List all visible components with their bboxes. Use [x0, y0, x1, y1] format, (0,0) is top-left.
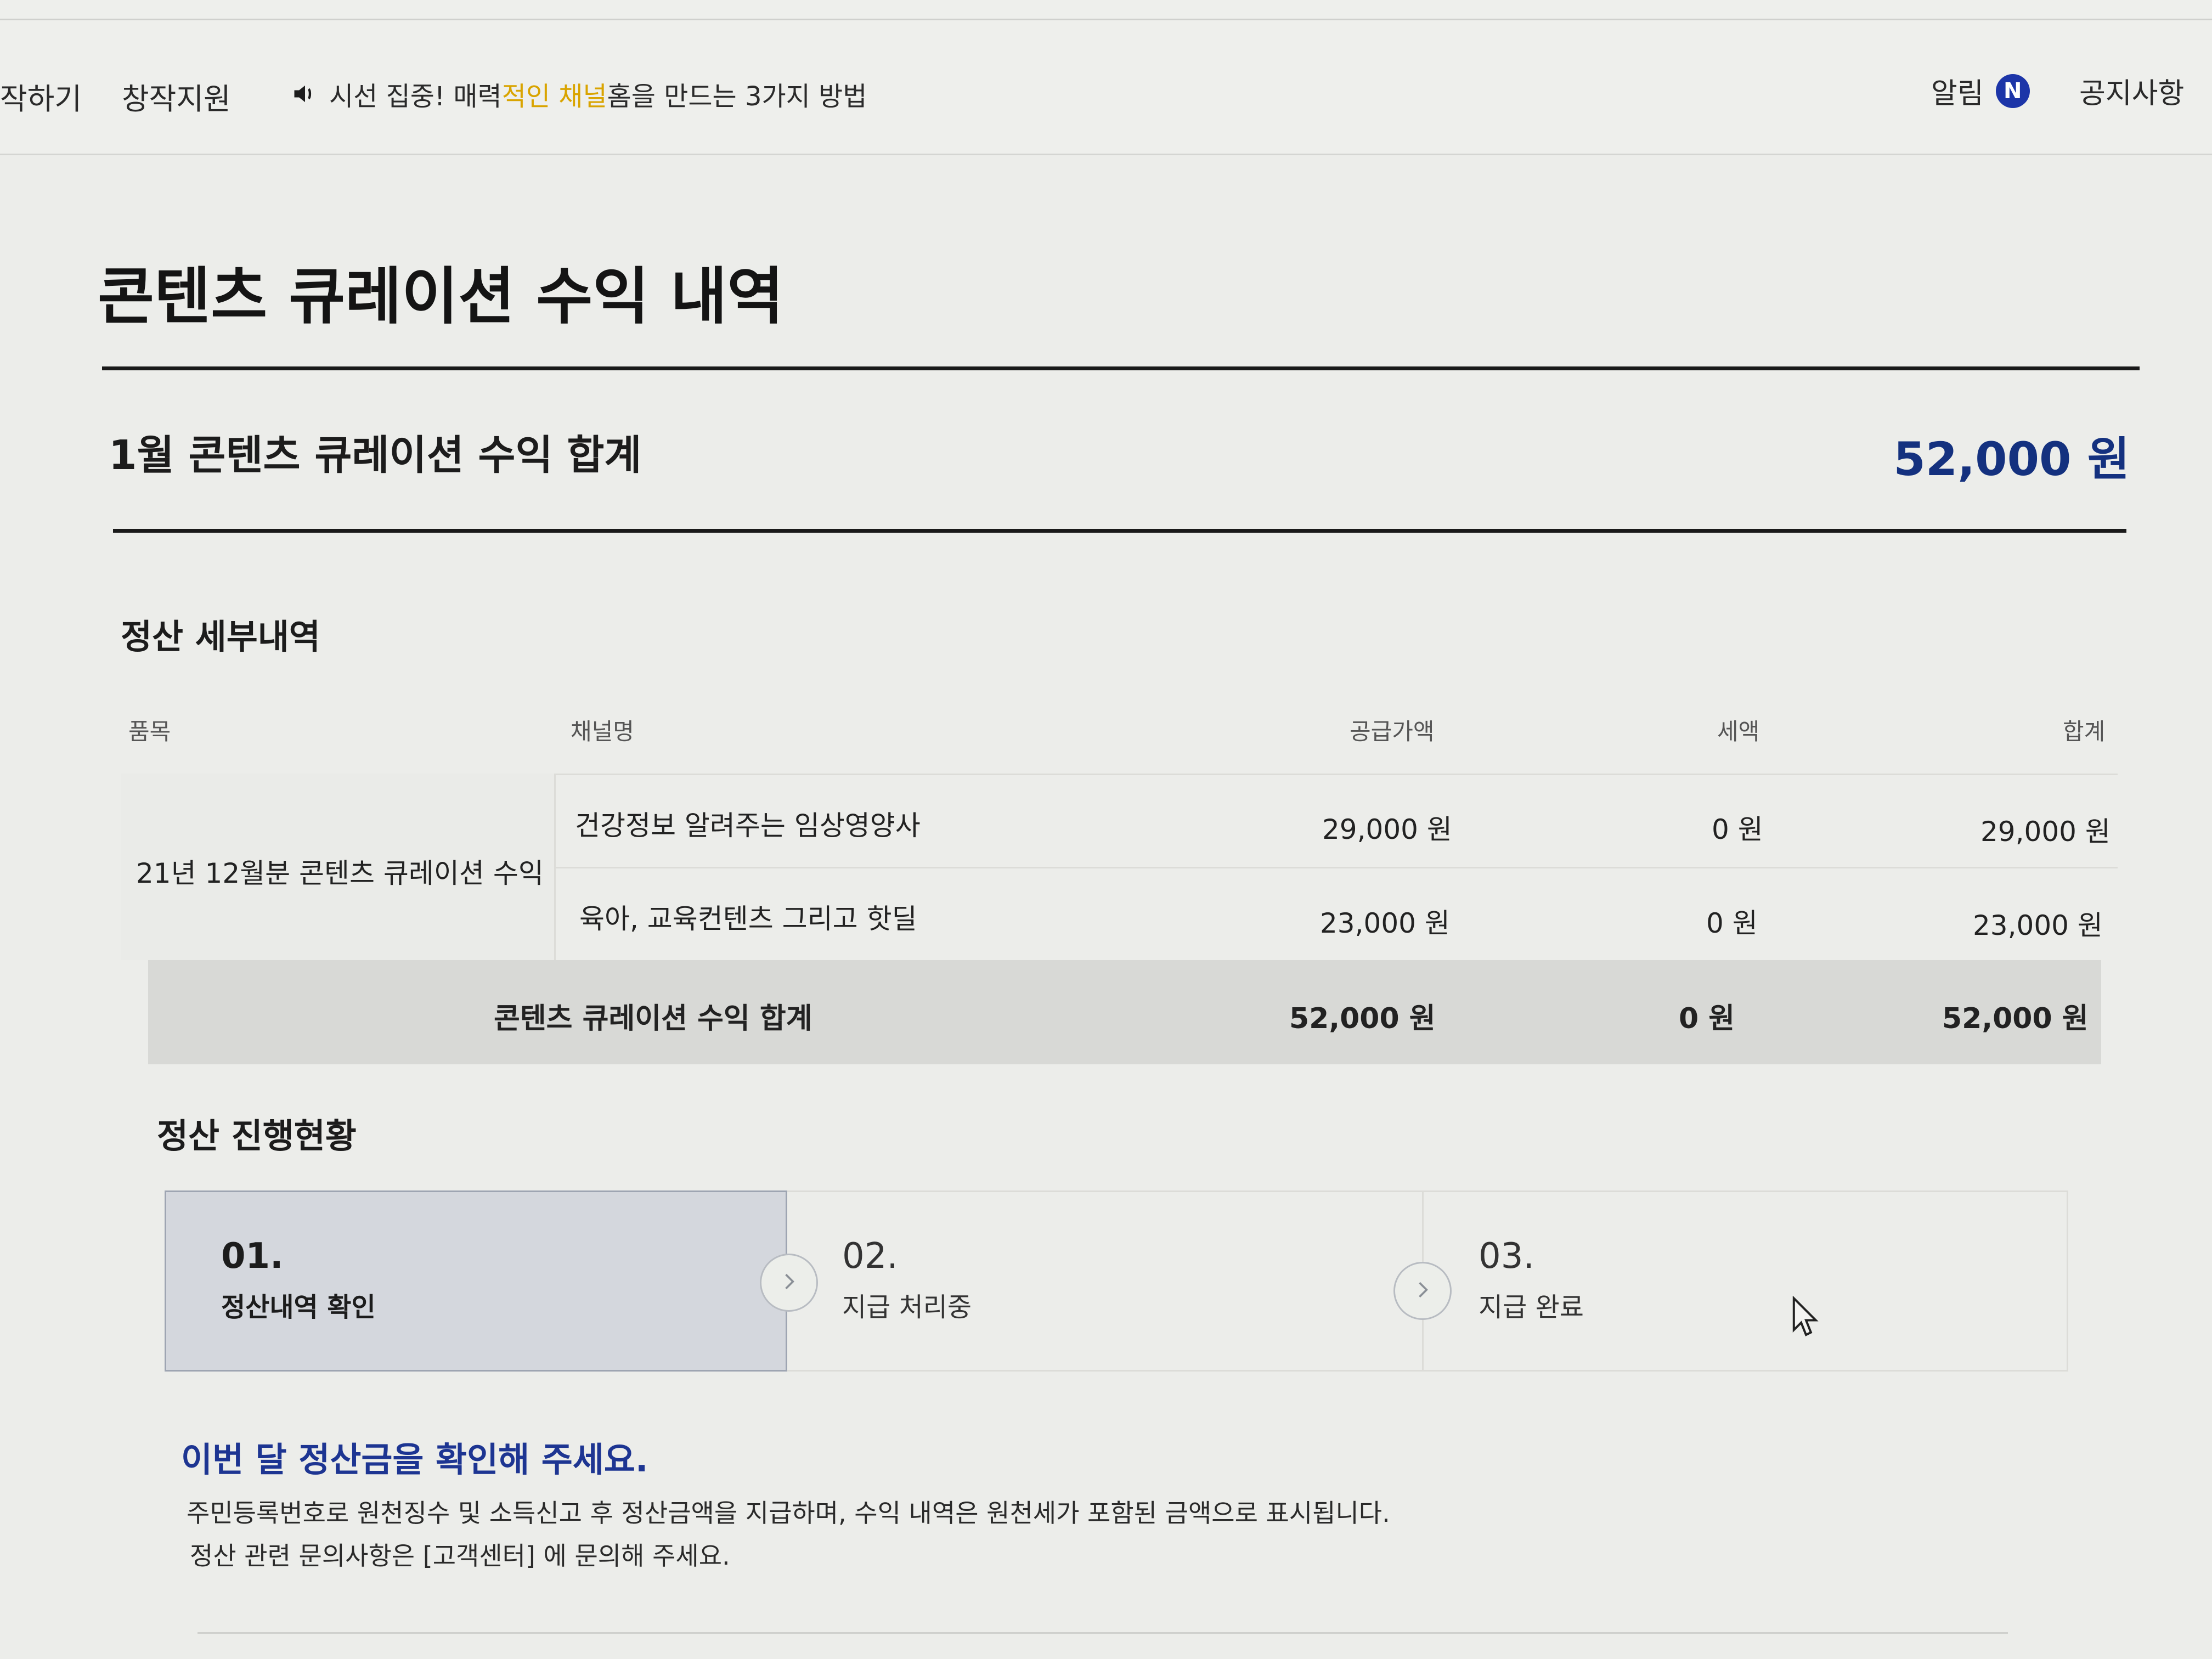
alarm-button[interactable]: 알림 N [1931, 70, 2030, 111]
header-supply: 공급가액 [1350, 718, 1435, 745]
step-number: 01. [221, 1236, 284, 1277]
step-number: 03. [1479, 1236, 1534, 1277]
info-line-2: 정산 관련 문의사항은 [고객센터] 에 문의해 주세요. [190, 1541, 730, 1571]
notice-text-highlight: 적인 채널 [501, 81, 607, 112]
table-row: 건강정보 알려주는 임상영양사 29,000 원 0 원 29,000 원 [121, 774, 2118, 867]
total-row-tax: 0 원 [1679, 1002, 1735, 1035]
chevron-right-icon [1393, 1262, 1452, 1320]
table-row: 육아, 교육컨텐츠 그리고 핫딜 23,000 원 0 원 23,000 원 [121, 868, 2118, 960]
confirm-title: 이번 달 정산금을 확인해 주세요. [181, 1440, 648, 1480]
mouse-cursor-icon [1792, 1296, 1819, 1336]
top-nav: 작하기 창작지원 시선 집중! 매력 적인 채널 홈을 만드는 3가지 방법 알림… [0, 0, 2212, 155]
header-tax: 세액 [1717, 718, 1760, 745]
row-channel: 건강정보 알려주는 임상영양사 [575, 810, 921, 842]
total-row-sum: 52,000 원 [1942, 1002, 2089, 1035]
row-sum: 29,000 원 [1980, 816, 2111, 848]
row-channel: 육아, 교육컨텐츠 그리고 핫딜 [579, 903, 917, 935]
total-row-label: 콘텐츠 큐레이션 수익 합계 [494, 1002, 812, 1035]
row-supply: 23,000 원 [1320, 907, 1450, 939]
notice-text-post: 홈을 만드는 3가지 방법 [607, 81, 867, 112]
window-edge [0, 0, 2212, 20]
table-header: 품목 채널명 공급가액 세액 합계 [121, 691, 2118, 775]
step-3: 03. 지급 완료 [1424, 1190, 2068, 1372]
header-item: 품목 [128, 718, 171, 745]
nav-item-start[interactable]: 작하기 [0, 75, 82, 118]
month-total-value: 52,000 원 [1893, 432, 2130, 486]
page-title: 콘텐츠 큐레이션 수익 내역 [98, 261, 784, 332]
details-title: 정산 세부내역 [121, 617, 320, 657]
table-total-row: 콘텐츠 큐레이션 수익 합계 52,000 원 0 원 52,000 원 [148, 960, 2101, 1064]
bottom-divider [198, 1632, 2008, 1634]
info-line-1: 주민등록번호로 원천징수 및 소득신고 후 정산금액을 지급하며, 수익 내역은… [187, 1498, 1390, 1528]
progress-title: 정산 진행현황 [157, 1116, 357, 1156]
total-divider [113, 529, 2126, 533]
notice-banner[interactable]: 시선 집중! 매력 적인 채널 홈을 만드는 3가지 방법 [291, 75, 867, 113]
total-row-supply: 52,000 원 [1289, 1002, 1436, 1035]
alarm-label: 알림 [1931, 77, 1984, 110]
row-tax: 0 원 [1712, 814, 1763, 845]
step-2: 02. 지급 처리중 [787, 1190, 1424, 1372]
speaker-icon [294, 85, 312, 103]
title-divider [102, 366, 2140, 370]
step-label: 지급 처리중 [842, 1292, 972, 1323]
header-sum: 합계 [2063, 718, 2106, 745]
new-badge: N [1995, 74, 2030, 108]
month-total-label: 1월 콘텐츠 큐레이션 수익 합계 [109, 432, 642, 479]
notice-text-pre: 시선 집중! 매력 [329, 81, 502, 112]
step-number: 02. [842, 1236, 898, 1277]
step-label: 정산내역 확인 [221, 1292, 376, 1323]
row-supply: 29,000 원 [1322, 814, 1452, 845]
row-sum: 23,000 원 [1973, 910, 2103, 941]
step-label: 지급 완료 [1479, 1292, 1584, 1323]
progress-steps: 01. 정산내역 확인 02. 지급 처리중 03. 지급 완료 [165, 1190, 2068, 1372]
nav-item-creator-support[interactable]: 창작지원 [122, 75, 231, 118]
details-table: 품목 채널명 공급가액 세액 합계 21년 12월분 콘텐츠 큐레이션 수익 건… [121, 691, 2118, 1064]
notice-board-link[interactable]: 공지사항 [2079, 70, 2184, 111]
row-tax: 0 원 [1706, 907, 1758, 939]
step-1: 01. 정산내역 확인 [165, 1190, 787, 1372]
header-channel: 채널명 [571, 718, 634, 745]
chevron-right-icon [760, 1254, 818, 1312]
